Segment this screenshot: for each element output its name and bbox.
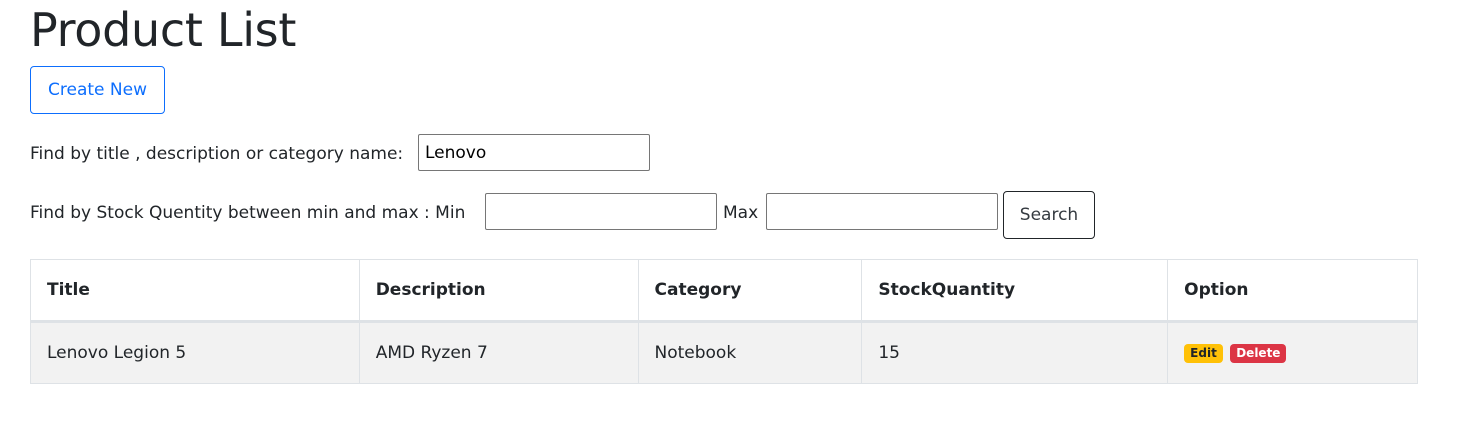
delete-button[interactable]: Delete [1230,343,1287,363]
product-table: Title Description Category StockQuantity… [30,259,1418,384]
max-stock-label: Max [723,203,759,223]
table-header-row: Title Description Category StockQuantity… [30,259,1418,323]
column-header-description: Description [358,259,639,323]
cell-stock-quantity: 15 [861,321,1169,384]
column-header-title: Title [30,259,360,323]
edit-button[interactable]: Edit [1184,343,1223,363]
text-filter-input[interactable] [418,134,650,171]
text-filter-label: Find by title , description or category … [30,144,404,164]
table-row: Lenovo Legion 5 AMD Ryzen 7 Notebook 15 … [30,321,1418,384]
cell-description: AMD Ryzen 7 [358,321,639,384]
cell-category: Notebook [637,321,863,384]
max-stock-input[interactable] [766,193,998,230]
column-header-option: Option [1167,259,1418,323]
column-header-stock-quantity: StockQuantity [861,259,1169,323]
column-header-category: Category [637,259,863,323]
min-stock-input[interactable] [485,193,717,230]
cell-option: Edit Delete [1167,321,1418,384]
stock-filter-label: Find by Stock Quentity between min and m… [30,203,466,223]
search-button[interactable]: Search [1003,191,1095,239]
cell-title: Lenovo Legion 5 [30,321,360,384]
page-title: Product List [30,3,297,57]
page: Product List Create New Find by title , … [0,0,1465,437]
create-new-button[interactable]: Create New [30,66,165,114]
